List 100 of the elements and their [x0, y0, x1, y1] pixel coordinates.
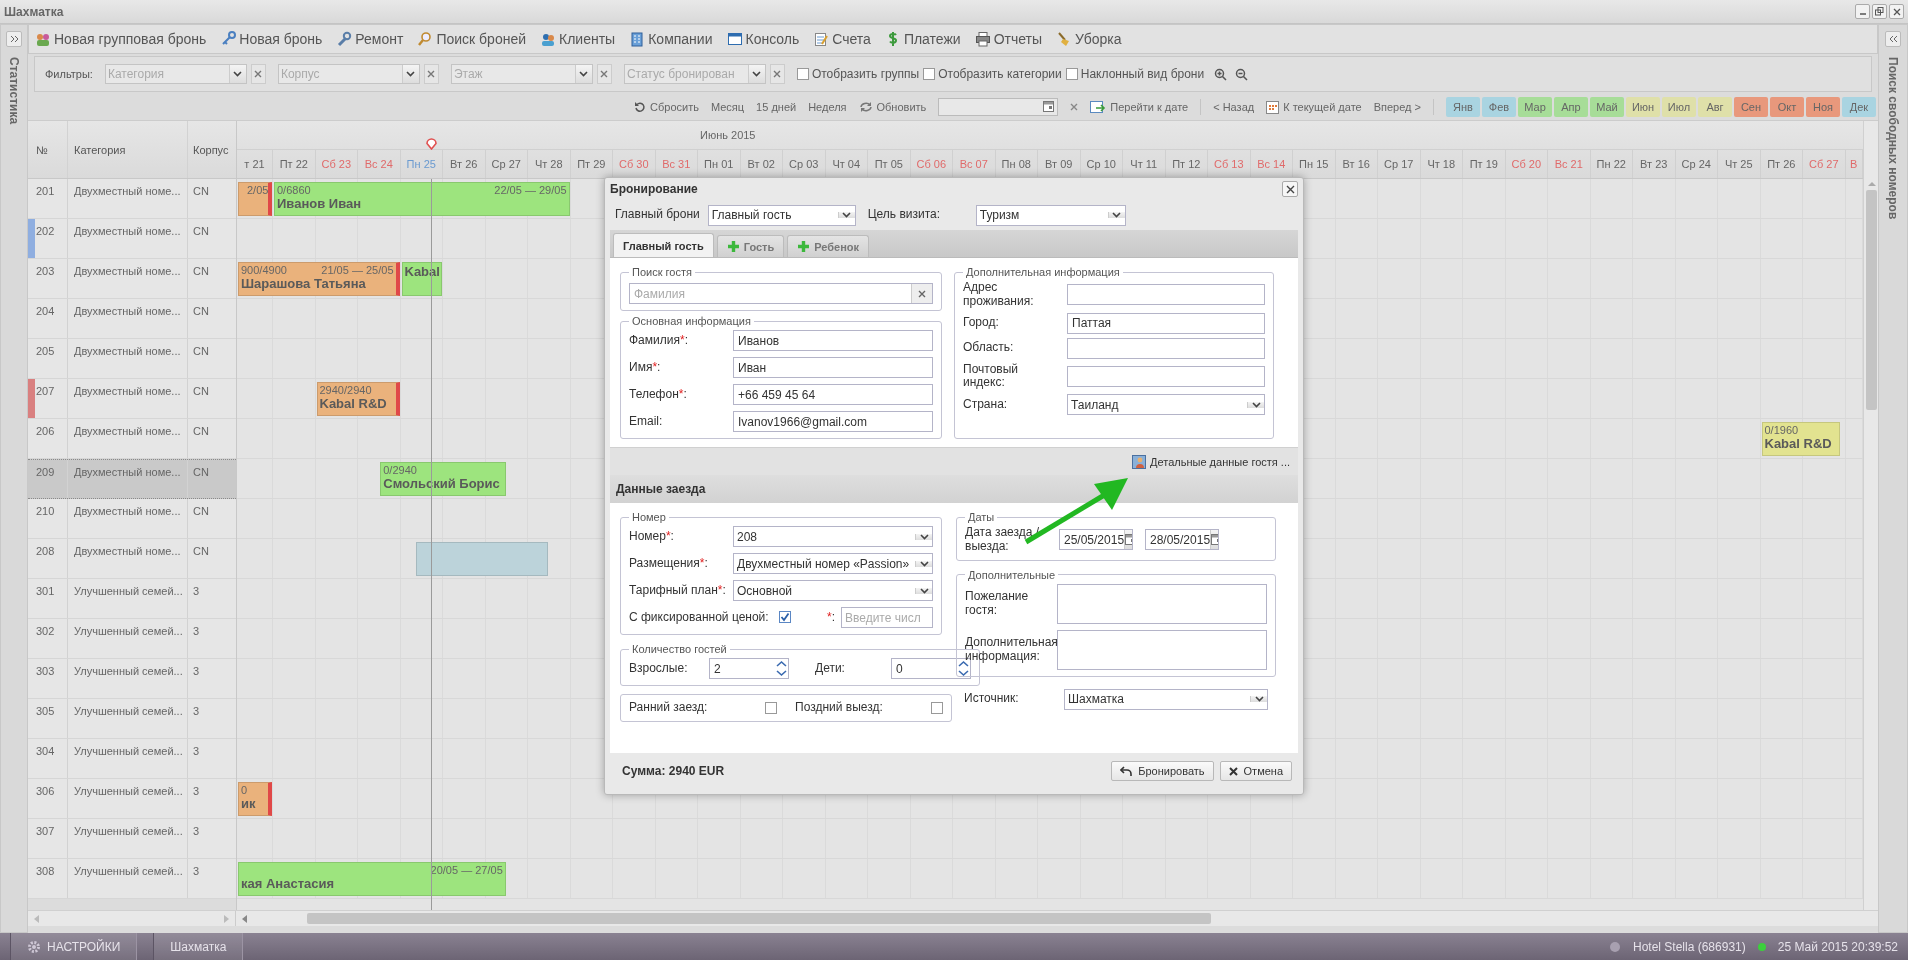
toolbar-button[interactable]: Уборка [1056, 31, 1122, 47]
vertical-scrollbar[interactable] [1863, 121, 1879, 910]
checkbox[interactable] [931, 701, 943, 714]
room-row[interactable]: 305 Улучшенный семей... 3 [28, 699, 236, 739]
filter-combo[interactable]: Этаж [450, 64, 593, 84]
room-row[interactable]: 206 Двухместный номе... CN [28, 419, 236, 459]
forward-button[interactable]: Вперед > [1373, 101, 1421, 113]
text-field[interactable]: Паттая [1067, 312, 1265, 334]
source-combo[interactable]: Шахматка [1064, 688, 1268, 710]
zoom-out-icon[interactable] [1235, 67, 1249, 81]
month-button[interactable]: Ноя [1806, 97, 1840, 117]
room-row[interactable]: 304 Улучшенный семей... 3 [28, 739, 236, 779]
view-button[interactable]: Неделя [808, 101, 847, 113]
column-header[interactable]: Категория [74, 143, 126, 156]
toolbar-button[interactable]: Компании [629, 31, 713, 47]
filter-field[interactable]: Категория [105, 65, 229, 83]
clear-button[interactable] [769, 64, 785, 84]
toolbar-button[interactable]: Отчеты [974, 31, 1043, 47]
text-field[interactable] [1067, 284, 1265, 306]
clear-button[interactable] [250, 64, 266, 84]
panel-title[interactable]: Поиск свободных номеров [1886, 57, 1900, 220]
filter-combo[interactable]: Категория [104, 64, 247, 84]
room-row[interactable]: 307 Улучшенный семей... 3 [28, 819, 236, 859]
select-combo[interactable]: 208 [733, 526, 933, 547]
clear-button[interactable] [596, 64, 612, 84]
book-button[interactable]: Бронировать [1111, 761, 1214, 781]
room-row[interactable]: 209 Двухместный номе... CN [28, 459, 236, 499]
checkbox[interactable] [923, 68, 936, 80]
checkbox[interactable] [1065, 68, 1078, 80]
booking-bar[interactable]: 2/05 [238, 182, 272, 216]
price-field[interactable]: Введите числ [841, 607, 933, 628]
toolbar-button[interactable]: Клиенты [540, 31, 616, 47]
filter-combo[interactable]: Статус бронирован [623, 64, 766, 84]
clear-icon[interactable] [918, 289, 926, 298]
room-row[interactable]: 306 Улучшенный семей... 3 [28, 779, 236, 819]
booking-bar[interactable]: 0 ик [238, 782, 272, 816]
view-button[interactable]: 15 дней [756, 101, 797, 113]
text-field[interactable]: Ivanov1966@gmail.com [733, 411, 933, 432]
expand-button[interactable] [1885, 31, 1901, 47]
month-button[interactable]: Авг [1698, 97, 1732, 117]
room-row[interactable]: 204 Двухместный номе... CN [28, 299, 236, 339]
settings-button[interactable]: НАСТРОЙКИ [10, 933, 138, 960]
toolbar-button[interactable]: Поиск броней [417, 31, 527, 47]
room-row[interactable]: 302 Улучшенный семей... 3 [28, 619, 236, 659]
room-row[interactable]: 201 Двухместный номе... CN [28, 179, 236, 219]
filter-field[interactable]: Этаж [451, 65, 575, 83]
month-button[interactable]: Янв [1446, 97, 1480, 117]
booking-bar[interactable]: 0/2940 Смольский Борис [380, 462, 506, 496]
booking-bar[interactable]: 900/4900 21/05 — 25/05 Шарашова Татьяна [238, 262, 400, 296]
date-field[interactable]: 25/05/2015 [1059, 529, 1133, 551]
cancel-button[interactable]: Отмена [1219, 761, 1292, 781]
month-button[interactable]: Фев [1482, 97, 1516, 117]
number-spinner[interactable]: 2 [709, 658, 789, 679]
filter-combo[interactable]: Корпус [277, 64, 420, 84]
text-field[interactable] [1067, 365, 1265, 387]
scrollbar-thumb[interactable] [307, 913, 1211, 924]
month-button[interactable]: Апр [1554, 97, 1588, 117]
toolbar-button[interactable]: Консоль [726, 31, 800, 47]
clear-button[interactable] [1070, 103, 1079, 111]
select-combo[interactable]: Двухместный номер «Passion» [733, 553, 933, 574]
room-row[interactable]: 202 Двухместный номе... CN [28, 219, 236, 259]
scrollbar-thumb[interactable] [1866, 190, 1877, 410]
toolbar-button[interactable]: Счета [813, 31, 871, 47]
back-button[interactable]: < Назад [1213, 101, 1255, 113]
month-button[interactable]: Июн [1626, 97, 1660, 117]
filter-field[interactable]: Корпус [278, 65, 402, 83]
room-row[interactable]: 301 Улучшенный семей... 3 [28, 579, 236, 619]
date-field[interactable] [938, 98, 1059, 116]
month-button[interactable]: Дек [1842, 97, 1876, 117]
room-row[interactable]: 210 Двухместный номе... CN [28, 499, 236, 539]
column-header[interactable]: Корпус [193, 143, 229, 156]
reset-button[interactable]: Сбросить [634, 101, 699, 113]
booking-bar[interactable]: 0/1960 Kabal R&D [1761, 422, 1841, 456]
today-button[interactable]: К текущей дате [1266, 100, 1362, 114]
toolbar-button[interactable]: Ремонт [336, 31, 404, 47]
taskbar-tab[interactable]: Шахматка [153, 933, 244, 960]
clear-button[interactable] [423, 64, 439, 84]
guest-details-link[interactable]: Детальные данные гостя ... [1132, 454, 1290, 469]
room-row[interactable]: 207 Двухместный номе... CN [28, 379, 236, 419]
month-button[interactable]: Июл [1662, 97, 1696, 117]
view-button[interactable]: Месяц [710, 101, 745, 113]
purpose-combo[interactable]: Туризм [975, 204, 1126, 226]
zoom-in-icon[interactable] [1214, 67, 1228, 81]
month-button[interactable]: Мар [1518, 97, 1552, 117]
text-area[interactable] [1057, 629, 1267, 670]
booking-bar[interactable]: 20/05 — 27/05 кая Анастасия [238, 862, 506, 896]
text-field[interactable]: Иван [733, 357, 933, 378]
month-button[interactable]: Май [1590, 97, 1624, 117]
column-header[interactable]: № [36, 143, 48, 156]
month-button[interactable]: Окт [1770, 97, 1804, 117]
toolbar-button[interactable]: Платежи [884, 31, 961, 47]
expand-button[interactable] [6, 31, 22, 47]
booking-bar[interactable]: 0/6860 22/05 — 29/05 Иванов Иван [274, 182, 570, 216]
close-button[interactable] [1889, 4, 1904, 19]
checkbox[interactable] [778, 610, 791, 623]
panel-title[interactable]: Статистика [7, 57, 21, 125]
toolbar-button[interactable]: Новая бронь [220, 31, 323, 47]
refresh-button[interactable]: Обновить [858, 101, 927, 113]
text-field[interactable]: Иванов [733, 330, 933, 351]
select-combo[interactable]: Основной [733, 580, 933, 601]
